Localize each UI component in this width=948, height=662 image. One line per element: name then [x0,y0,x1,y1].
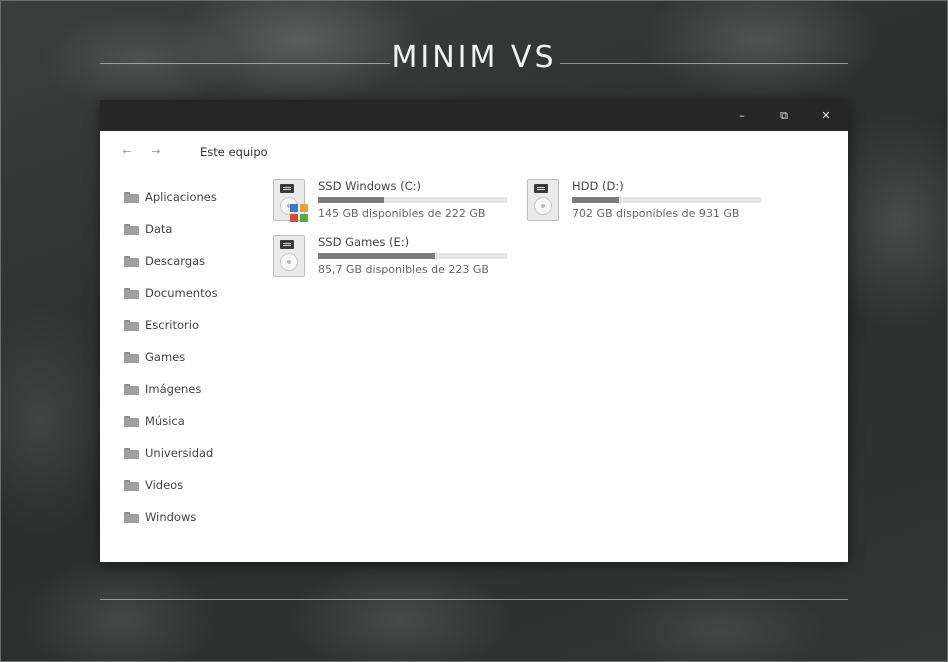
drive-free-space: 85,7 GB disponibles de 223 GB [318,263,489,276]
folder-icon [124,223,139,235]
logo-quad [300,204,308,212]
sidebar-item-label: Escritorio [145,318,200,332]
sidebar-item-label: Videos [145,478,184,492]
folder-icon [124,351,139,363]
sidebar-item-label: Universidad [145,446,214,460]
folder-icon [124,415,139,427]
sidebar-item-games[interactable]: Games [124,347,254,367]
drive-usage-fill [318,253,436,259]
drive-usage-fill [318,197,385,203]
windows-logo-icon [290,204,308,222]
back-button[interactable]: ← [117,145,137,161]
sidebar-item-label: Aplicaciones [145,190,217,204]
banner-title: MINIM VS [391,40,557,75]
sidebar-item-imagenes[interactable]: Imágenes [124,379,254,399]
hard-drive-icon [527,179,559,221]
drive-name: HDD (D:) [572,179,624,193]
close-icon: ✕ [821,109,831,122]
hard-drive-icon [273,235,305,277]
maximize-icon: ⧉ [780,109,788,122]
folder-icon [124,255,139,267]
drive-free-space: 702 GB disponibles de 931 GB [572,207,740,220]
minimize-icon: – [739,109,745,122]
minimize-button[interactable]: – [721,100,763,131]
sidebar-item-label: Imágenes [145,382,202,396]
forward-arrow-icon: → [151,145,161,158]
sidebar-item-label: Música [145,414,185,428]
bottom-rule [100,599,848,600]
sidebar-item-label: Data [145,222,173,236]
file-explorer-window: – ⧉ ✕ ← → Este equipo Aplicaciones Data … [100,100,848,562]
sidebar-item-escritorio[interactable]: Escritorio [124,315,254,335]
sidebar-item-data[interactable]: Data [124,219,254,239]
sidebar-item-videos[interactable]: Videos [124,475,254,495]
folder-icon [124,287,139,299]
sidebar-item-label: Descargas [145,254,206,268]
folder-icon [124,319,139,331]
sidebar-item-musica[interactable]: Música [124,411,254,431]
sidebar-item-label: Documentos [145,286,218,300]
drive-name: SSD Windows (C:) [318,179,421,193]
drive-name: SSD Games (E:) [318,235,410,249]
sidebar-item-label: Windows [145,510,197,524]
logo-quad [290,204,298,212]
windows-drive-icon [273,179,308,222]
drive-usage-fill [572,197,620,203]
logo-quad [290,214,298,222]
folder-icon [124,479,139,491]
breadcrumb-this-pc[interactable]: Este equipo [200,145,268,159]
drive-d[interactable]: HDD (D:) 702 GB disponibles de 931 GB [527,179,767,225]
back-arrow-icon: ← [122,145,132,158]
forward-button[interactable]: → [146,145,166,161]
sidebar-item-windows[interactable]: Windows [124,507,254,527]
drive-usage-bar [318,253,507,259]
drive-c[interactable]: SSD Windows (C:) 145 GB disponibles de 2… [273,179,513,225]
sidebar-item-descargas[interactable]: Descargas [124,251,254,271]
folder-icon [124,447,139,459]
drive-usage-bar [572,197,761,203]
sidebar-item-universidad[interactable]: Universidad [124,443,254,463]
folder-icon [124,511,139,523]
logo-quad [300,214,308,222]
maximize-button[interactable]: ⧉ [763,100,805,131]
drive-usage-bar [318,197,507,203]
folder-icon [124,383,139,395]
sidebar-item-documentos[interactable]: Documentos [124,283,254,303]
sidebar-item-aplicaciones[interactable]: Aplicaciones [124,187,254,207]
sidebar-item-label: Games [145,350,186,364]
folder-icon [124,191,139,203]
drive-e[interactable]: SSD Games (E:) 85,7 GB disponibles de 22… [273,235,513,281]
title-bar[interactable]: – ⧉ ✕ [100,100,848,131]
drive-free-space: 145 GB disponibles de 222 GB [318,207,486,220]
close-button[interactable]: ✕ [805,100,847,131]
